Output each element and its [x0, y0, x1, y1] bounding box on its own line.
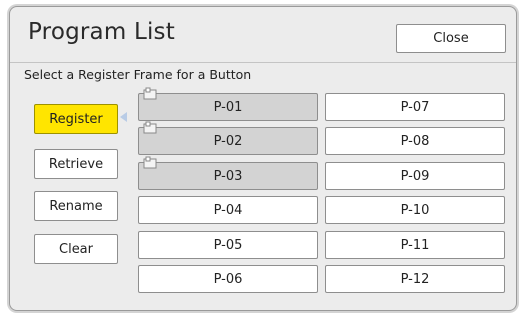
slot-label: P-02 [213, 133, 243, 149]
program-slot-p10[interactable]: P-10 [325, 196, 505, 224]
instruction-text: Select a Register Frame for a Button [24, 67, 252, 82]
rename-button[interactable]: Rename [34, 191, 118, 221]
program-slot-p01[interactable]: P-01 [138, 87, 318, 121]
program-slot-p03[interactable]: P-03 [138, 156, 318, 190]
program-slot-p07[interactable]: P-07 [325, 93, 505, 121]
close-button[interactable]: Close [396, 24, 506, 53]
slot-label: P-05 [213, 237, 243, 253]
program-slot-p09[interactable]: P-09 [325, 162, 505, 190]
slot-label: P-11 [400, 237, 430, 253]
program-tag-icon [143, 121, 157, 134]
slot-label: P-01 [213, 99, 243, 115]
slot-label: P-08 [400, 133, 430, 149]
register-button[interactable]: Register [34, 104, 118, 134]
program-slot-p02[interactable]: P-02 [138, 121, 318, 155]
slot-label: P-09 [400, 168, 430, 184]
program-tag-icon [143, 87, 157, 100]
slot-label: P-10 [400, 202, 430, 218]
dialog-title: Program List [28, 19, 175, 45]
title-divider [10, 62, 516, 63]
slot-label: P-12 [400, 271, 430, 287]
program-slot-p12[interactable]: P-12 [325, 265, 505, 293]
program-slot-p04[interactable]: P-04 [138, 196, 318, 224]
retrieve-button[interactable]: Retrieve [34, 149, 118, 179]
selection-arrow-icon [120, 112, 127, 122]
clear-button[interactable]: Clear [34, 234, 118, 264]
program-list-dialog: Program List Close Select a Register Fra… [9, 6, 517, 311]
program-slot-p08[interactable]: P-08 [325, 127, 505, 155]
slot-label: P-03 [213, 168, 243, 184]
program-slot-p11[interactable]: P-11 [325, 231, 505, 259]
program-tag-icon [143, 156, 157, 169]
slot-label: P-07 [400, 99, 430, 115]
program-slot-p05[interactable]: P-05 [138, 231, 318, 259]
program-slot-p06[interactable]: P-06 [138, 265, 318, 293]
slot-label: P-06 [213, 271, 243, 287]
slot-label: P-04 [213, 202, 243, 218]
